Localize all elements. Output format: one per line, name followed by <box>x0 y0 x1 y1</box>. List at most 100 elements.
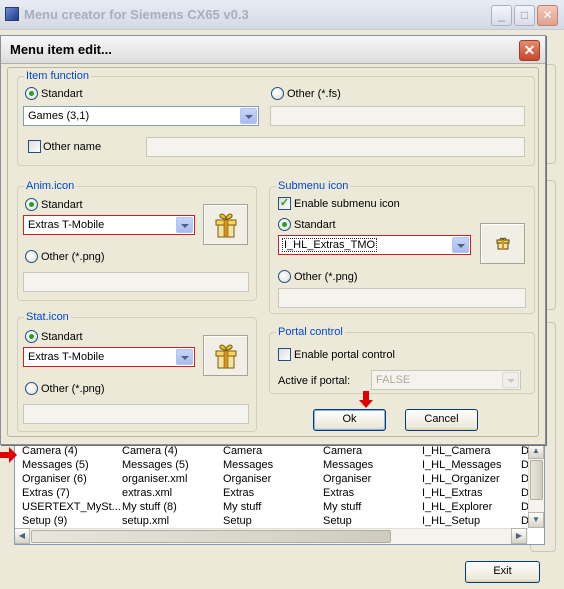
submenu-other-label: Other (*.png) <box>294 271 358 283</box>
list-cell: Camera <box>323 445 363 457</box>
anim-icon-preview <box>203 204 248 245</box>
list-row[interactable]: Organiser (6) organiser.xml Organiser Organ… <box>15 473 529 487</box>
maximize-button[interactable]: □ <box>514 5 535 26</box>
submenu-standart-radio[interactable] <box>278 218 291 231</box>
list-cell: My stuff <box>223 501 262 513</box>
enable-submenu-icon-checkbox[interactable]: ✓ <box>278 197 291 210</box>
list-cell: Extras <box>223 487 255 499</box>
active-if-portal-select[interactable]: FALSE <box>371 370 521 390</box>
stat-icon-select-value: Extras T-Mobile <box>28 351 105 363</box>
menu-item-edit-dialog: Menu item edit... ✕ Item function Standa… <box>0 35 546 445</box>
list-cell: I_HL_Organizer <box>422 473 500 485</box>
dialog-title: Menu item edit... <box>10 42 112 57</box>
other-name-label: Other name <box>43 141 102 153</box>
chevron-down-icon[interactable] <box>176 349 193 365</box>
active-if-portal-label: Active if portal: <box>278 375 351 387</box>
anim-other-label: Other (*.png) <box>41 251 105 263</box>
gift-icon <box>215 344 237 369</box>
submenu-icon-select-value: I_HL_Extras_TMO <box>282 238 378 252</box>
function-select-value: Games (3,1) <box>28 110 90 122</box>
list-cell: Camera <box>223 445 263 457</box>
enable-submenu-icon-label: Enable submenu icon <box>294 198 400 210</box>
scroll-thumb[interactable] <box>530 460 543 500</box>
function-standart-label: Standart <box>41 88 83 100</box>
submenu-other-path-field[interactable] <box>278 288 526 308</box>
submenu-icon-select[interactable]: I_HL_Extras_TMO <box>278 235 471 255</box>
scroll-down-button[interactable]: ▼ <box>528 512 544 528</box>
list-cell: Setup <box>223 515 252 527</box>
scroll-left-button[interactable]: ◀ <box>15 528 30 544</box>
stat-icon-preview <box>203 335 248 376</box>
small-gift-icon <box>496 237 510 250</box>
app-icon <box>5 7 19 21</box>
list-cell: Messages (5) <box>22 459 89 471</box>
chevron-down-icon[interactable] <box>502 372 519 388</box>
list-horizontal-scrollbar[interactable]: ◀ ▶ <box>15 528 528 544</box>
red-arrow-right-icon <box>0 447 17 463</box>
exit-button[interactable]: Exit <box>465 561 540 583</box>
list-cell: My stuff (8) <box>122 501 177 513</box>
stat-standart-label: Standart <box>41 331 83 343</box>
anim-other-radio[interactable] <box>25 250 38 263</box>
stat-standart-radio[interactable] <box>25 330 38 343</box>
submenu-icon-legend: Submenu icon <box>276 180 351 192</box>
list-cell: USERTEXT_MySt... <box>22 501 120 513</box>
portal-control-legend: Portal control <box>276 326 345 338</box>
dialog-titlebar: Menu item edit... ✕ <box>1 36 545 64</box>
list-cell: I_HL_Explorer <box>422 501 493 513</box>
stat-icon-select[interactable]: Extras T-Mobile <box>23 347 195 367</box>
ok-button[interactable]: Ok <box>313 409 386 431</box>
list-vertical-scrollbar[interactable]: ▲ ▼ <box>528 444 544 528</box>
list-row[interactable]: Extras (7) extras.xml Extras Extras I_HL_Ext… <box>15 487 529 501</box>
stat-other-radio[interactable] <box>25 382 38 395</box>
chevron-down-icon[interactable] <box>452 237 469 253</box>
enable-portal-control-checkbox[interactable] <box>278 348 291 361</box>
item-function-legend: Item function <box>24 70 91 82</box>
list-cell: Extras <box>323 487 355 499</box>
function-other-label: Other (*.fs) <box>287 88 341 100</box>
function-other-radio[interactable] <box>271 87 284 100</box>
function-standart-radio[interactable] <box>25 87 38 100</box>
function-select[interactable]: Games (3,1) <box>23 106 259 126</box>
anim-icon-select-value: Extras T-Mobile <box>28 219 105 231</box>
list-cell: I_HL_Messages <box>422 459 502 471</box>
menu-items-list[interactable]: Camera (4) Camera (4) Camera Camera I_HL_Cam… <box>14 443 545 545</box>
cancel-button[interactable]: Cancel <box>405 409 478 431</box>
anim-standart-radio[interactable] <box>25 198 38 211</box>
chevron-down-icon[interactable] <box>240 108 257 124</box>
hscroll-thumb[interactable] <box>31 530 391 543</box>
list-cell: Setup (9) <box>22 515 68 527</box>
list-cell: Messages (5) <box>122 459 189 471</box>
minimize-button[interactable]: _ <box>491 5 512 26</box>
anim-icon-select[interactable]: Extras T-Mobile <box>23 215 195 235</box>
active-if-portal-value: FALSE <box>376 374 411 386</box>
list-cell: Messages <box>323 459 374 471</box>
scroll-right-button[interactable]: ▶ <box>511 528 527 544</box>
function-other-path-field[interactable] <box>270 106 525 126</box>
close-button[interactable]: ✕ <box>537 5 558 26</box>
list-cell: I_HL_Setup <box>422 515 481 527</box>
main-window-title: Menu creator for Siemens CX65 v0.3 <box>24 7 249 22</box>
enable-portal-control-label: Enable portal control <box>294 349 395 361</box>
list-row[interactable]: Messages (5) Messages (5) Messages Messages… <box>15 459 529 473</box>
submenu-other-radio[interactable] <box>278 270 291 283</box>
list-cell: Camera (4) <box>22 445 78 457</box>
other-name-field[interactable] <box>146 137 525 157</box>
list-cell: Setup <box>323 515 352 527</box>
anim-icon-legend: Anim.icon <box>24 180 77 192</box>
list-row[interactable]: USERTEXT_MySt... My stuff (8) My stuff My s… <box>15 501 529 515</box>
anim-other-path-field[interactable] <box>23 272 249 292</box>
chevron-down-icon[interactable] <box>176 217 193 233</box>
stat-other-path-field[interactable] <box>23 404 249 424</box>
list-cell: Organiser (6) <box>22 473 87 485</box>
list-row[interactable]: Setup (9) setup.xml Setup Setup I_HL_Setup D <box>15 515 529 529</box>
stat-icon-legend: Stat.icon <box>24 311 71 323</box>
list-cell: Extras (7) <box>22 487 70 499</box>
other-name-checkbox[interactable] <box>28 140 41 153</box>
dialog-close-button[interactable]: ✕ <box>519 40 540 61</box>
stat-other-label: Other (*.png) <box>41 383 105 395</box>
list-cell: I_HL_Extras <box>422 487 483 499</box>
list-row[interactable]: Camera (4) Camera (4) Camera Camera I_HL_Cam… <box>15 445 529 459</box>
list-cell: I_HL_Camera <box>422 445 491 457</box>
scroll-up-button[interactable]: ▲ <box>528 444 544 459</box>
